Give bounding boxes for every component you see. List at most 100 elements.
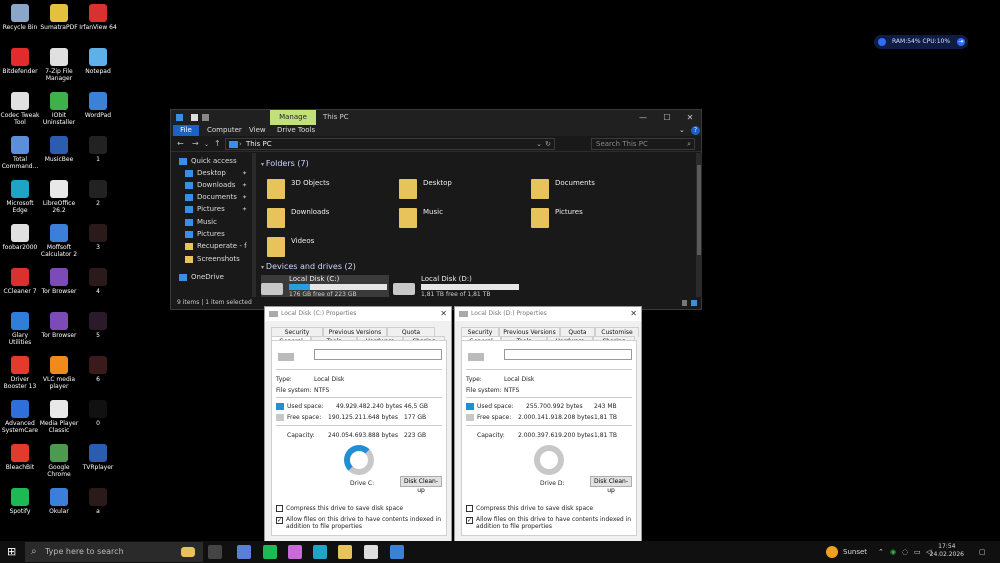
- folder-item[interactable]: Pictures: [531, 206, 651, 232]
- taskbar-app-icon[interactable]: [338, 545, 352, 559]
- tab-computer[interactable]: Computer: [201, 125, 248, 136]
- desktop-icon[interactable]: Media Player Classic: [39, 400, 79, 434]
- desktop-icon[interactable]: a: [78, 488, 118, 515]
- desktop-icon[interactable]: Bitdefender: [0, 48, 40, 75]
- desktop-icon[interactable]: 3: [78, 224, 118, 251]
- drive-label-input[interactable]: [314, 349, 442, 360]
- properties-icon[interactable]: [191, 114, 198, 121]
- maximize-button[interactable]: ☐: [655, 110, 679, 125]
- desktop-icon[interactable]: Spotify: [0, 488, 40, 515]
- desktop-icon[interactable]: IObit Uninstaller: [39, 92, 79, 126]
- desktop-icon[interactable]: foobar2000: [0, 224, 40, 251]
- show-hidden-icons[interactable]: ⌃: [878, 541, 884, 563]
- sidebar-item[interactable]: Quick access: [171, 156, 241, 167]
- large-icons-view-icon[interactable]: [691, 300, 697, 306]
- compress-checkbox[interactable]: [276, 505, 283, 512]
- desktop-icon[interactable]: 7-Zip File Manager: [39, 48, 79, 82]
- widget-arrow-icon[interactable]: ⇥: [957, 38, 965, 46]
- desktop-icon[interactable]: Codec Tweak Tool: [0, 92, 40, 126]
- desktop-icon[interactable]: Okular: [39, 488, 79, 515]
- minimize-button[interactable]: —: [631, 110, 655, 125]
- desktop-icon[interactable]: Microsoft Edge: [0, 180, 40, 214]
- desktop-icon[interactable]: CCleaner 7: [0, 268, 40, 295]
- close-button[interactable]: ✕: [678, 110, 702, 125]
- address-input[interactable]: › This PC ⌄ ↻: [225, 138, 555, 150]
- taskbar-search[interactable]: Type here to search: [25, 542, 203, 562]
- taskbar-app-icon[interactable]: [288, 545, 302, 559]
- wifi-icon[interactable]: ◌: [902, 541, 908, 563]
- details-view-icon[interactable]: [682, 300, 687, 306]
- desktop-icon[interactable]: MusicBee: [39, 136, 79, 163]
- desktop-icon[interactable]: SumatraPDF: [39, 4, 79, 31]
- sidebar-item[interactable]: Screenshots: [177, 254, 247, 265]
- content-scrollbar[interactable]: [696, 153, 702, 299]
- network-icon[interactable]: ▭: [914, 541, 921, 563]
- refresh-icon[interactable]: ↻: [545, 139, 551, 149]
- back-icon[interactable]: ←: [177, 139, 184, 148]
- desktop-icon[interactable]: 2: [78, 180, 118, 207]
- search-highlight-icon[interactable]: [181, 547, 195, 557]
- nav-pane-scrollbar[interactable]: [252, 153, 256, 299]
- compress-checkbox[interactable]: [466, 505, 473, 512]
- sidebar-item[interactable]: Documents ✦: [177, 192, 247, 203]
- desktop-icon[interactable]: 1: [78, 136, 118, 163]
- index-checkbox[interactable]: ✓: [466, 517, 473, 524]
- drives-heading[interactable]: Devices and drives (2): [261, 262, 356, 271]
- desktop-icon[interactable]: Tor Browser: [39, 312, 79, 339]
- forward-icon[interactable]: →: [192, 139, 199, 148]
- close-icon[interactable]: ✕: [440, 307, 447, 321]
- help-icon[interactable]: ?: [691, 126, 700, 135]
- taskbar-app-icon[interactable]: [237, 545, 251, 559]
- close-icon[interactable]: ✕: [630, 307, 637, 321]
- sidebar-item[interactable]: Pictures ✦: [177, 204, 247, 215]
- tab-file[interactable]: File: [173, 125, 199, 136]
- desktop-icon[interactable]: Tor Browser: [39, 268, 79, 295]
- up-icon[interactable]: ↑: [214, 139, 221, 148]
- sidebar-item[interactable]: Recuperate - fot: [177, 241, 247, 252]
- taskbar-app-icon[interactable]: [364, 545, 378, 559]
- weather-icon[interactable]: [826, 546, 838, 558]
- whatsapp-tray-icon[interactable]: ◉: [890, 541, 896, 563]
- desktop-icon[interactable]: BleachBit: [0, 444, 40, 471]
- sidebar-item[interactable]: Music: [177, 217, 247, 228]
- disk-cleanup-button[interactable]: Disk Clean-up: [590, 476, 632, 494]
- taskbar-app-icon[interactable]: [208, 545, 222, 559]
- desktop-icon[interactable]: Moffsoft Calculator 2: [39, 224, 79, 258]
- search-input[interactable]: Search This PC ⌕: [591, 138, 695, 150]
- desktop-icon[interactable]: TVRplayer: [78, 444, 118, 471]
- desktop-icon[interactable]: Glary Utilities: [0, 312, 40, 346]
- folder-item[interactable]: Music: [399, 206, 519, 232]
- desktop-icon[interactable]: LibreOffice 26.2: [39, 180, 79, 214]
- sidebar-item[interactable]: Pictures: [177, 229, 247, 240]
- desktop-icon[interactable]: Advanced SystemCare: [0, 400, 40, 434]
- sidebar-item[interactable]: Desktop ✦: [177, 168, 247, 179]
- scrollbar-thumb[interactable]: [697, 165, 701, 255]
- desktop-icon[interactable]: Driver Booster 13: [0, 356, 40, 390]
- tab-view[interactable]: View: [243, 125, 272, 136]
- folder-item[interactable]: 3D Objects: [267, 177, 387, 203]
- folder-item[interactable]: Downloads: [267, 206, 387, 232]
- folder-item[interactable]: Documents: [531, 177, 651, 203]
- desktop-icon[interactable]: WordPad: [78, 92, 118, 119]
- desktop-icon[interactable]: 4: [78, 268, 118, 295]
- notifications-icon[interactable]: ▢: [979, 541, 986, 563]
- taskbar-app-icon[interactable]: [390, 545, 404, 559]
- manage-tab[interactable]: Manage: [270, 110, 316, 125]
- folder-item[interactable]: Videos: [267, 235, 387, 261]
- tab-drive-tools[interactable]: Drive Tools: [271, 125, 321, 136]
- windows-start-icon[interactable]: ⊞: [7, 546, 16, 557]
- taskbar-app-icon[interactable]: [313, 545, 327, 559]
- address-dropdown-icon[interactable]: ⌄: [536, 139, 542, 149]
- desktop-icon[interactable]: Recycle Bin: [0, 4, 40, 31]
- desktop-icon[interactable]: 6: [78, 356, 118, 383]
- taskbar-app-icon[interactable]: [263, 545, 277, 559]
- desktop-icon[interactable]: Google Chrome: [39, 444, 79, 478]
- new-folder-icon[interactable]: [202, 114, 209, 121]
- desktop-icon[interactable]: 5: [78, 312, 118, 339]
- desktop-icon[interactable]: VLC media player: [39, 356, 79, 390]
- desktop-icon[interactable]: IrfanView 64: [78, 4, 118, 31]
- sidebar-item[interactable]: Downloads ✦: [177, 180, 247, 191]
- system-monitor-widget[interactable]: RAM:54% CPU:10% ⇥: [874, 35, 968, 49]
- folders-heading[interactable]: Folders (7): [261, 159, 309, 168]
- desktop-icon[interactable]: Notepad: [78, 48, 118, 75]
